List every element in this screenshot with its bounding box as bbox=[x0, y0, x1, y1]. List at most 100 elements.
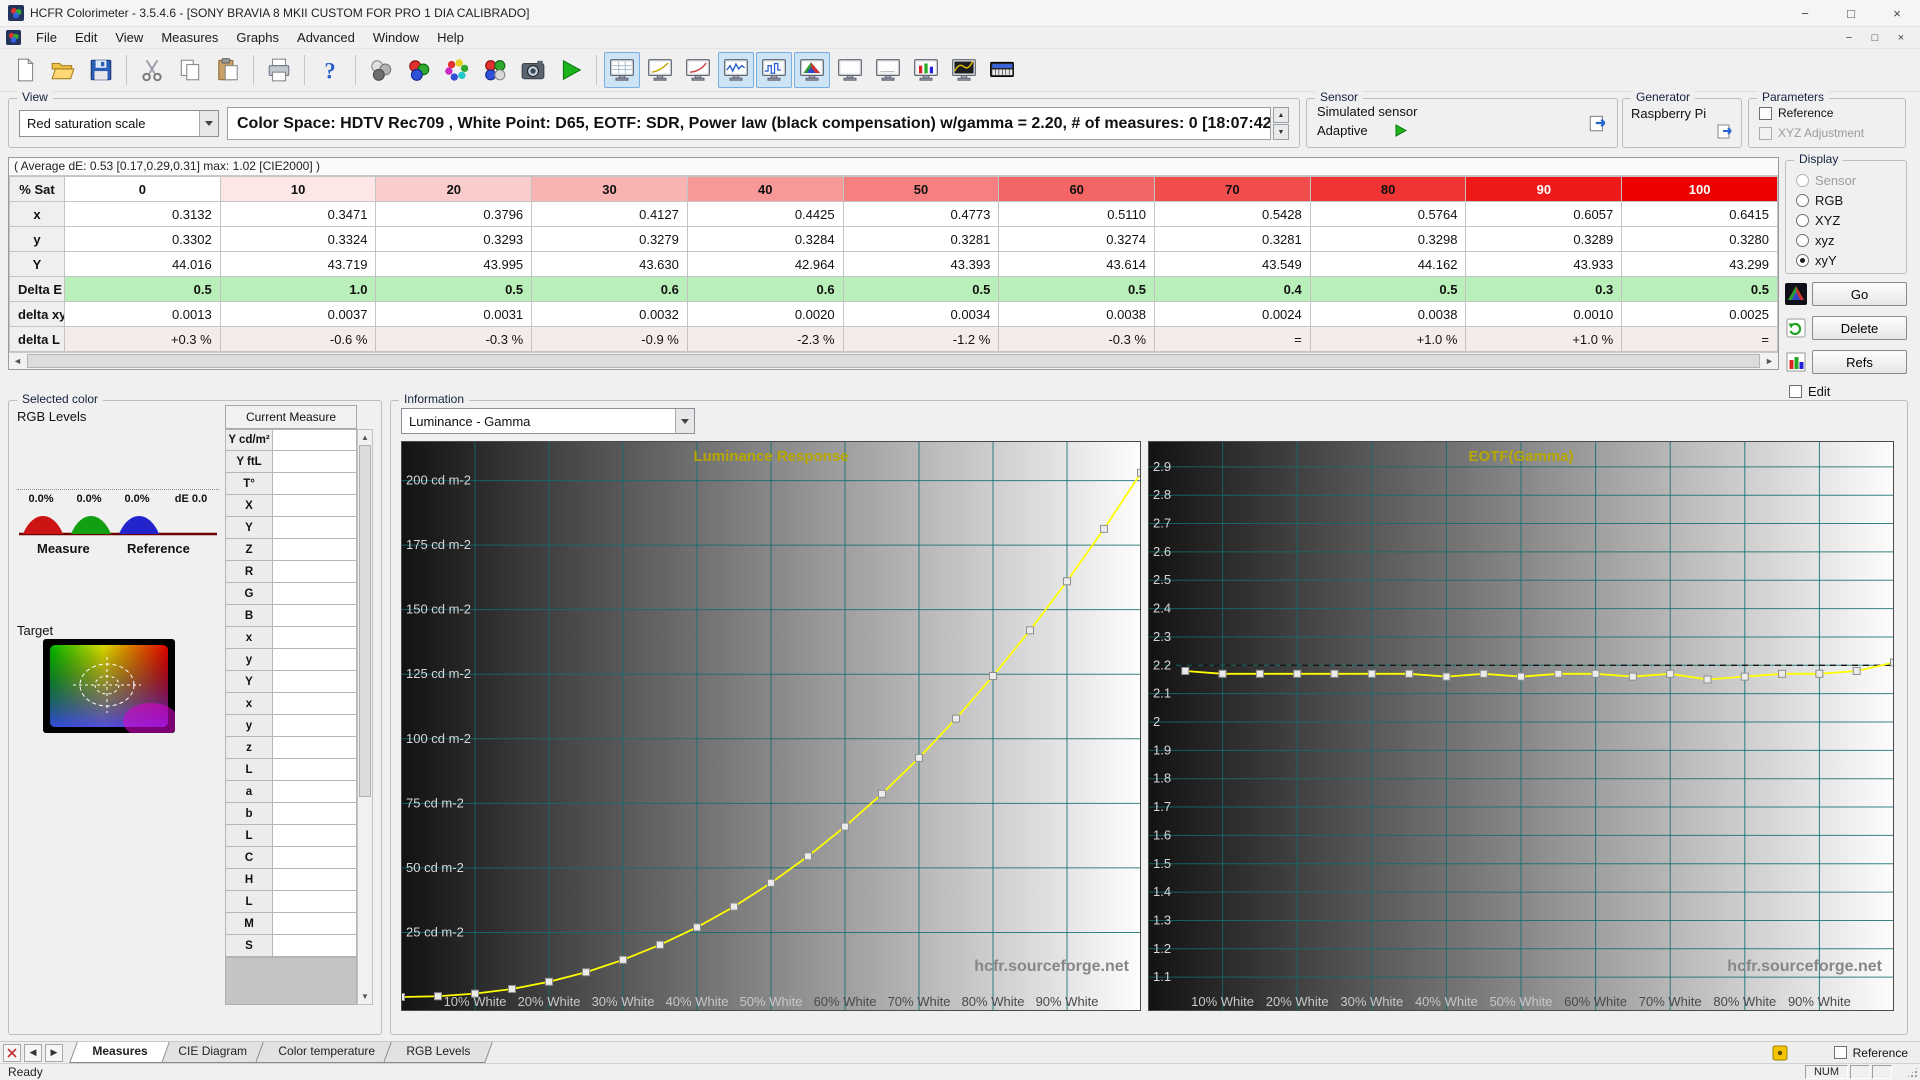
measure-table-scrollbar[interactable]: ▲ ▼ bbox=[357, 429, 373, 1005]
cell-delta-l-90[interactable]: +1.0 % bbox=[1466, 327, 1622, 352]
measure-grayscale-button[interactable] bbox=[363, 52, 399, 88]
cell-delta-xy-40[interactable]: 0.0020 bbox=[687, 302, 843, 327]
sat-column-70[interactable]: 70 bbox=[1155, 177, 1311, 202]
cell-x-20[interactable]: 0.3796 bbox=[376, 202, 532, 227]
view-measures-button[interactable] bbox=[604, 52, 640, 88]
cell-y-60[interactable]: 0.3274 bbox=[999, 227, 1155, 252]
cell-delta-xy-70[interactable]: 0.0024 bbox=[1155, 302, 1311, 327]
view-satlum-shift-button[interactable] bbox=[832, 52, 868, 88]
cell-y-60[interactable]: 43.614 bbox=[999, 252, 1155, 277]
scroll-down-button[interactable]: ▼ bbox=[358, 989, 372, 1004]
cell-delta-e-80[interactable]: 0.5 bbox=[1310, 277, 1466, 302]
measure-row-value-s[interactable] bbox=[273, 935, 357, 957]
cell-y-20[interactable]: 0.3293 bbox=[376, 227, 532, 252]
spin-down-button[interactable]: ▼ bbox=[1273, 124, 1289, 140]
cell-delta-xy-80[interactable]: 0.0038 bbox=[1310, 302, 1466, 327]
measure-row-value-a[interactable] bbox=[273, 781, 357, 803]
generator-config-button[interactable] bbox=[1715, 121, 1735, 141]
measure-saturations-button[interactable] bbox=[439, 52, 475, 88]
cell-y-20[interactable]: 43.995 bbox=[376, 252, 532, 277]
sat-column-10[interactable]: 10 bbox=[220, 177, 376, 202]
view-color-temperature-button[interactable] bbox=[680, 52, 716, 88]
view-signal-button[interactable] bbox=[946, 52, 982, 88]
cell-y-90[interactable]: 0.3289 bbox=[1466, 227, 1622, 252]
cell-x-10[interactable]: 0.3471 bbox=[220, 202, 376, 227]
measure-row-value-y[interactable] bbox=[273, 671, 357, 693]
tab-rgb-levels[interactable]: RGB Levels bbox=[383, 1042, 493, 1063]
minimize-button[interactable]: − bbox=[1782, 0, 1828, 26]
measure-row-value-y[interactable] bbox=[273, 649, 357, 671]
measure-row-value-c[interactable] bbox=[273, 847, 357, 869]
tab-measures[interactable]: Measures bbox=[69, 1042, 170, 1063]
cell-delta-xy-60[interactable]: 0.0038 bbox=[999, 302, 1155, 327]
save-file-button[interactable] bbox=[83, 52, 119, 88]
view-free-measures-button[interactable] bbox=[870, 52, 906, 88]
display-option-rgb[interactable]: RGB bbox=[1796, 193, 1856, 208]
reference-checkbox[interactable] bbox=[1759, 107, 1772, 120]
measure-row-value-z[interactable] bbox=[273, 737, 357, 759]
information-selector-dropdown[interactable]: Luminance - Gamma bbox=[401, 408, 695, 434]
cell-delta-l-80[interactable]: +1.0 % bbox=[1310, 327, 1466, 352]
scroll-up-button[interactable]: ▲ bbox=[358, 430, 372, 445]
display-option-xyz[interactable]: XYZ bbox=[1796, 213, 1856, 228]
scroll-left-button[interactable]: ◄ bbox=[9, 353, 26, 369]
menu-view[interactable]: View bbox=[106, 27, 152, 49]
display-option-xyz[interactable]: xyz bbox=[1796, 233, 1856, 248]
close-button[interactable]: × bbox=[1874, 0, 1920, 26]
cell-delta-e-0[interactable]: 0.5 bbox=[65, 277, 221, 302]
sat-column-40[interactable]: 40 bbox=[687, 177, 843, 202]
sensor-config-button[interactable] bbox=[1587, 112, 1609, 134]
scrollbar-thumb[interactable] bbox=[359, 445, 371, 797]
menu-graphs[interactable]: Graphs bbox=[227, 27, 288, 49]
view-gamma-button[interactable] bbox=[642, 52, 678, 88]
cell-delta-xy-30[interactable]: 0.0032 bbox=[532, 302, 688, 327]
help-button[interactable]: ? bbox=[312, 52, 348, 88]
measure-row-value-z[interactable] bbox=[273, 539, 357, 561]
cell-delta-e-70[interactable]: 0.4 bbox=[1155, 277, 1311, 302]
sensor-play-icon[interactable] bbox=[1394, 124, 1407, 137]
sat-column-50[interactable]: 50 bbox=[843, 177, 999, 202]
cell-x-50[interactable]: 0.4773 bbox=[843, 202, 999, 227]
cell-delta-l-70[interactable]: = bbox=[1155, 327, 1311, 352]
cell-x-90[interactable]: 0.6057 bbox=[1466, 202, 1622, 227]
cell-delta-l-40[interactable]: -2.3 % bbox=[687, 327, 843, 352]
delete-button[interactable]: Delete bbox=[1812, 316, 1907, 340]
reference-toggle-row[interactable]: Reference bbox=[1834, 1046, 1908, 1060]
open-file-button[interactable] bbox=[45, 52, 81, 88]
sat-column-90[interactable]: 90 bbox=[1466, 177, 1622, 202]
measure-row-value-l[interactable] bbox=[273, 759, 357, 781]
tab-cie-diagram[interactable]: CIE Diagram bbox=[156, 1042, 270, 1063]
mdi-close-button[interactable]: × bbox=[1888, 29, 1914, 47]
cell-delta-e-50[interactable]: 0.5 bbox=[843, 277, 999, 302]
cell-delta-xy-100[interactable]: 0.0025 bbox=[1622, 302, 1778, 327]
measure-row-value-l[interactable] bbox=[273, 891, 357, 913]
cell-x-40[interactable]: 0.4425 bbox=[687, 202, 843, 227]
spin-up-button[interactable]: ▲ bbox=[1273, 107, 1289, 123]
edit-checkbox[interactable] bbox=[1789, 385, 1802, 398]
cell-y-10[interactable]: 0.3324 bbox=[220, 227, 376, 252]
measure-row-value-b[interactable] bbox=[273, 803, 357, 825]
view-lut-editor-button[interactable] bbox=[984, 52, 1020, 88]
cell-x-80[interactable]: 0.5764 bbox=[1310, 202, 1466, 227]
capture-button[interactable] bbox=[515, 52, 551, 88]
dropdown-arrow-icon[interactable] bbox=[199, 111, 218, 136]
sat-column-20[interactable]: 20 bbox=[376, 177, 532, 202]
cell-y-40[interactable]: 0.3284 bbox=[687, 227, 843, 252]
cell-delta-l-50[interactable]: -1.2 % bbox=[843, 327, 999, 352]
scrollbar-thumb[interactable] bbox=[27, 354, 1760, 368]
cell-delta-l-60[interactable]: -0.3 % bbox=[999, 327, 1155, 352]
measure-row-value-b[interactable] bbox=[273, 605, 357, 627]
cell-delta-l-0[interactable]: +0.3 % bbox=[65, 327, 221, 352]
run-measures-button[interactable] bbox=[553, 52, 589, 88]
menu-advanced[interactable]: Advanced bbox=[288, 27, 364, 49]
cell-y-10[interactable]: 43.719 bbox=[220, 252, 376, 277]
menu-window[interactable]: Window bbox=[364, 27, 428, 49]
reference-toggle-checkbox[interactable] bbox=[1834, 1046, 1847, 1059]
cell-delta-xy-0[interactable]: 0.0013 bbox=[65, 302, 221, 327]
tab-list-button[interactable] bbox=[3, 1044, 21, 1062]
mdi-minimize-button[interactable]: − bbox=[1836, 29, 1862, 47]
maximize-button[interactable]: □ bbox=[1828, 0, 1874, 26]
cell-y-80[interactable]: 44.162 bbox=[1310, 252, 1466, 277]
cell-x-100[interactable]: 0.6415 bbox=[1622, 202, 1778, 227]
cell-delta-xy-90[interactable]: 0.0010 bbox=[1466, 302, 1622, 327]
